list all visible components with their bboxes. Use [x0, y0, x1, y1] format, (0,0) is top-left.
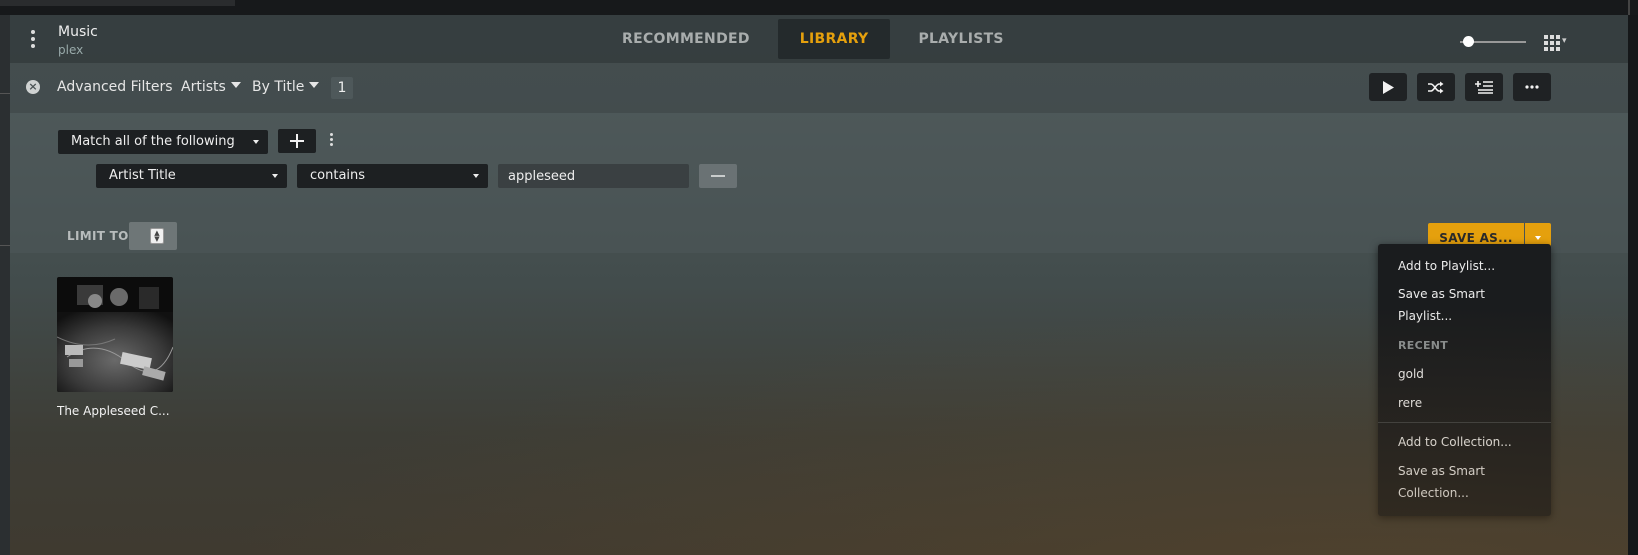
poster-size-slider[interactable] — [1460, 35, 1526, 49]
menu-item-save-smart-collection[interactable]: Save as Smart Collection... — [1398, 460, 1543, 504]
menu-item-label: Playlist... — [1398, 309, 1453, 323]
advanced-filter-panel: Match all of the following Artist Title … — [10, 113, 1628, 253]
rule-operator-value: contains — [310, 168, 366, 183]
match-mode-value: Match all of the following — [71, 134, 235, 149]
type-dropdown-label: Artists — [181, 79, 226, 95]
caret-down-icon — [272, 174, 278, 178]
advanced-filters-toggle[interactable]: Advanced Filters — [57, 79, 173, 95]
menu-item-save-smart-playlist[interactable]: Save as Smart Playlist... — [1398, 283, 1543, 327]
sort-dropdown[interactable]: By Title — [252, 79, 320, 95]
menu-item-add-to-collection[interactable]: Add to Collection... — [1398, 431, 1543, 453]
clear-filter-icon[interactable]: × — [26, 80, 40, 94]
add-rule-button[interactable] — [278, 129, 316, 153]
window-edge — [1628, 0, 1630, 15]
artist-thumbnail — [57, 277, 173, 392]
limit-stepper[interactable]: ▲ ▼ — [129, 222, 177, 250]
rule-field-value: Artist Title — [109, 168, 176, 183]
sidebar-divider — [0, 93, 10, 94]
browser-tab-strip — [0, 0, 235, 6]
add-to-queue-icon — [1475, 81, 1493, 94]
limit-to-label: LIMIT TO — [67, 229, 129, 243]
artist-title: The Appleseed C... — [57, 404, 170, 418]
play-button[interactable] — [1369, 73, 1407, 101]
result-count-badge: 1 — [331, 77, 353, 99]
tab-library[interactable]: LIBRARY — [777, 19, 891, 59]
save-as-menu: Add to Playlist... Save as Smart Playlis… — [1378, 244, 1551, 516]
recent-heading: RECENT — [1398, 339, 1449, 352]
type-dropdown[interactable]: Artists — [181, 79, 241, 95]
sidebar-divider — [0, 245, 10, 246]
sort-dropdown-label: By Title — [252, 79, 305, 95]
more-icon — [1525, 85, 1539, 89]
rule-value-input[interactable] — [498, 164, 689, 188]
library-header: Music plex RECOMMENDED LIBRARY PLAYLISTS… — [10, 15, 1628, 63]
server-name: plex — [58, 43, 84, 57]
menu-item-recent-gold[interactable]: gold — [1398, 363, 1543, 385]
tab-recommended[interactable]: RECOMMENDED — [602, 19, 770, 59]
menu-icon[interactable] — [30, 30, 36, 50]
add-to-queue-button[interactable] — [1465, 73, 1503, 101]
rule-field-select[interactable]: Artist Title — [96, 164, 287, 188]
left-sidebar-edge — [0, 15, 10, 555]
menu-divider — [1378, 422, 1551, 423]
top-strip — [0, 0, 1638, 15]
menu-item-label: Collection... — [1398, 486, 1469, 500]
library-tabs: RECOMMENDED LIBRARY PLAYLISTS — [602, 19, 1024, 59]
filter-bar: × Advanced Filters Artists By Title 1 — [10, 63, 1628, 113]
rule-operator-select[interactable]: contains — [297, 164, 488, 188]
caret-down-icon — [230, 82, 241, 88]
slider-knob[interactable] — [1463, 36, 1474, 47]
caret-down-icon — [253, 140, 259, 144]
caret-down-icon — [473, 174, 479, 178]
more-actions-button[interactable] — [1513, 73, 1551, 101]
rule-options-icon[interactable] — [330, 133, 334, 149]
menu-item-add-to-playlist[interactable]: Add to Playlist... — [1398, 255, 1543, 277]
menu-item-label: Save as Smart — [1398, 464, 1485, 478]
caret-down-icon — [1535, 236, 1541, 240]
caret-down-icon — [309, 82, 320, 88]
artist-card[interactable]: The Appleseed C... — [57, 277, 173, 418]
play-icon — [1383, 80, 1394, 94]
grid-view-icon[interactable] — [1544, 35, 1560, 51]
library-title: Music — [58, 24, 98, 40]
music-library-page: Music plex RECOMMENDED LIBRARY PLAYLISTS… — [10, 15, 1628, 555]
match-mode-select[interactable]: Match all of the following — [58, 130, 268, 154]
shuffle-icon — [1428, 81, 1444, 93]
menu-item-recent-rere[interactable]: rere — [1398, 392, 1543, 414]
stepper-arrows-icon[interactable]: ▲ ▼ — [150, 228, 164, 244]
chevron-down-icon[interactable]: ▾ — [1562, 35, 1570, 51]
tab-playlists[interactable]: PLAYLISTS — [898, 19, 1023, 59]
shuffle-button[interactable] — [1417, 73, 1455, 101]
menu-item-label: Save as Smart — [1398, 287, 1485, 301]
remove-rule-button[interactable] — [699, 164, 737, 188]
